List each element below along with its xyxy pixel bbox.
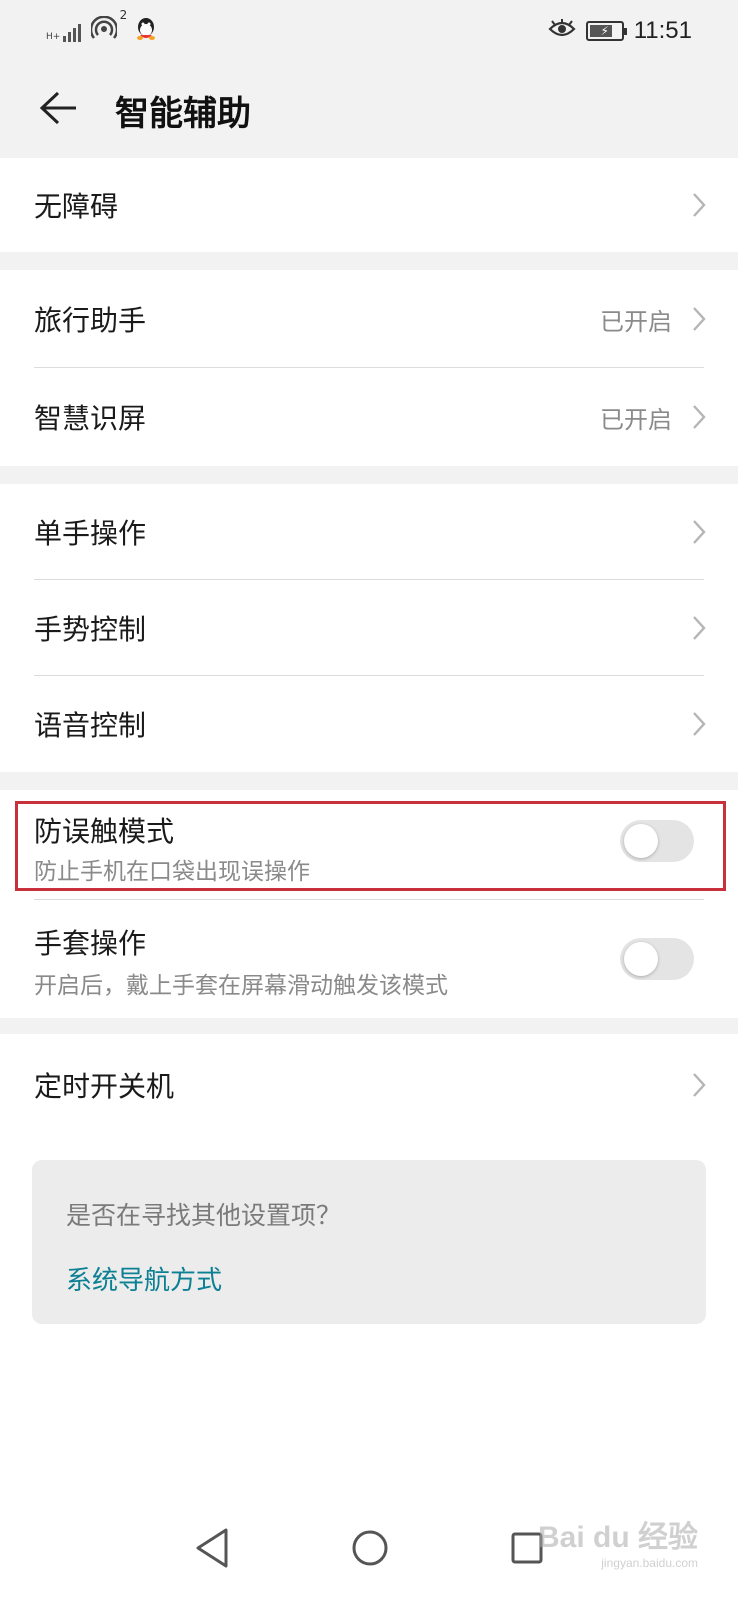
chevron-right-icon: [693, 616, 706, 640]
group-schedule: 定时开关机: [0, 1034, 738, 1136]
suggestion-card: 是否在寻找其他设置项？ 系统导航方式: [32, 1160, 706, 1324]
accidental-touch-toggle[interactable]: [620, 820, 694, 862]
row-gesture-control[interactable]: 手势控制: [0, 580, 738, 676]
watermark-brand: Bai du 经验: [537, 1521, 698, 1554]
row-travel-assistant[interactable]: 旅行助手 已开启: [0, 270, 738, 368]
chevron-right-icon: [693, 307, 706, 331]
chevron-right-icon: [693, 712, 706, 736]
network-type-label: H+: [46, 32, 61, 42]
hotspot-icon: 2: [90, 8, 127, 46]
circle-home-icon: [352, 1530, 388, 1566]
row-scheduled-power[interactable]: 定时开关机: [0, 1034, 738, 1136]
eye-icon: [548, 19, 576, 43]
row-accessibility[interactable]: 无障碍: [0, 158, 738, 252]
row-one-hand[interactable]: 单手操作: [0, 484, 738, 580]
row-label: 旅行助手: [34, 304, 147, 337]
nav-back-button[interactable]: [192, 1526, 232, 1574]
watermark-url: jingyan.baidu.com: [601, 1556, 698, 1570]
row-glove-mode: 手套操作 开启后，戴上手套在屏幕滑动触发该模式: [0, 900, 738, 1018]
group-controls: 单手操作 手势控制 语音控制: [0, 484, 738, 772]
row-label: 手势控制: [34, 613, 147, 646]
hotspot-count: 2: [119, 8, 128, 22]
battery-icon: ⚡: [585, 21, 627, 41]
chevron-right-icon: [693, 520, 706, 544]
suggestion-link[interactable]: 系统导航方式: [66, 1260, 222, 1297]
qq-icon: [135, 16, 157, 46]
toggle-knob: [624, 824, 658, 858]
watermark: Bai du 经验 jingyan.baidu.com: [538, 1512, 698, 1570]
page-title: 智能辅助: [115, 94, 251, 134]
status-left: H+ 2: [46, 8, 157, 46]
glove-mode-toggle[interactable]: [620, 938, 694, 980]
nav-home-button[interactable]: [350, 1526, 390, 1574]
triangle-back-icon: [196, 1528, 228, 1568]
row-label: 手套操作: [34, 927, 147, 960]
chevron-right-icon: [693, 193, 706, 217]
row-description: 防止手机在口袋出现误操作: [34, 859, 310, 885]
chevron-right-icon: [693, 405, 706, 429]
chevron-right-icon: [693, 1073, 706, 1097]
suggestion-question: 是否在寻找其他设置项？: [66, 1201, 342, 1230]
signal-icon: H+: [46, 20, 82, 42]
row-smart-screen[interactable]: 智慧识屏 已开启: [0, 368, 738, 466]
row-label: 无障碍: [34, 190, 119, 223]
row-label: 智慧识屏: [34, 402, 147, 435]
row-status-value: 已开启: [600, 307, 672, 336]
row-label: 语音控制: [34, 709, 147, 742]
row-accidental-touch: 防误触模式 防止手机在口袋出现误操作: [0, 790, 738, 900]
group-assistants: 旅行助手 已开启 智慧识屏 已开启: [0, 270, 738, 466]
system-nav-bar: Bai du 经验 jingyan.baidu.com: [0, 1500, 738, 1600]
app-header: 智能辅助: [0, 62, 738, 158]
toggle-knob: [624, 942, 658, 976]
group-accessibility: 无障碍: [0, 158, 738, 252]
status-right: ⚡ 11:51: [548, 17, 692, 45]
row-status-value: 已开启: [600, 405, 672, 434]
group-touch-modes: 防误触模式 防止手机在口袋出现误操作 手套操作 开启后，戴上手套在屏幕滑动触发该…: [0, 790, 738, 1018]
row-voice-control[interactable]: 语音控制: [0, 676, 738, 772]
row-label: 定时开关机: [34, 1070, 175, 1103]
row-description: 开启后，戴上手套在屏幕滑动触发该模式: [34, 973, 448, 999]
back-button[interactable]: [30, 80, 86, 136]
row-label: 单手操作: [34, 517, 147, 550]
arrow-left-icon: [39, 91, 76, 125]
status-bar: H+ 2 ⚡ 11:51: [0, 0, 738, 62]
row-label: 防误触模式: [34, 815, 175, 848]
status-time: 11:51: [633, 17, 692, 44]
